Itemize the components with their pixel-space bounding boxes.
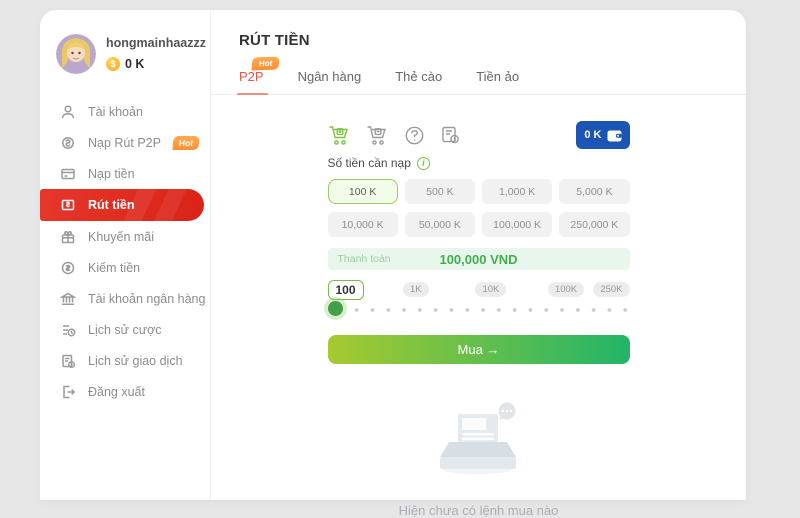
cart-minus-icon[interactable]	[366, 124, 389, 147]
deposit-icon	[59, 165, 76, 182]
tab-p2p[interactable]: P2P Hot	[237, 56, 280, 95]
hot-badge: Hot	[172, 135, 200, 150]
earn-money-icon	[59, 259, 76, 276]
slider-value: 100	[327, 280, 364, 300]
order-history-icon[interactable]	[440, 125, 461, 146]
user-icon	[59, 103, 76, 120]
chat-bubble-icon	[498, 402, 515, 420]
wallet-balance-button[interactable]: 0 K	[576, 121, 630, 149]
payment-value: 100,000 VND	[439, 251, 518, 267]
coin-icon: $	[106, 57, 120, 71]
promotion-icon	[59, 228, 76, 245]
help-icon[interactable]	[404, 125, 425, 146]
slider-mark-1k[interactable]: 1K	[403, 282, 429, 297]
amount-option-5000k[interactable]: 5,000 K	[559, 179, 630, 204]
sidebar-item-deposit[interactable]: Nạp tiền	[40, 158, 210, 189]
amount-option-50000k[interactable]: 50,000 K	[404, 212, 475, 237]
sidebar: hongmainhaazzz $ 0 K Tài khoản Nạp Rút P…	[40, 10, 211, 500]
bank-account-icon	[59, 290, 76, 307]
withdraw-icon	[59, 197, 76, 214]
sidebar-item-earn[interactable]: Kiếm tiền	[40, 252, 210, 283]
slider-mark-250k[interactable]: 250K	[593, 282, 630, 297]
slider-track[interactable]	[332, 307, 628, 313]
sidebar-item-p2p[interactable]: Nạp Rút P2P Hot	[40, 127, 210, 158]
avatar	[56, 34, 96, 74]
amount-option-100000k[interactable]: 100,000 K	[482, 212, 553, 237]
slider-mark-10k[interactable]: 10K	[475, 282, 507, 297]
empty-message: Hiện chưa có lệnh mua nào	[398, 503, 559, 518]
logout-icon	[59, 383, 76, 400]
tab-crypto[interactable]: Tiền ảo	[476, 69, 519, 94]
username: hongmainhaazzz	[106, 36, 207, 50]
amount-option-100k[interactable]: 100 K	[327, 179, 398, 204]
slider-handle[interactable]	[327, 301, 343, 316]
wallet-icon	[607, 130, 621, 141]
purchase-form: 0 K Số tiền cần nạp i 100 K 500 K 1,000 …	[327, 121, 630, 364]
sidebar-item-bank-account[interactable]: Tài khoản ngân hàng	[40, 283, 210, 314]
amount-label: Số tiền cần nạp	[327, 156, 411, 170]
bet-history-icon	[59, 321, 76, 338]
transaction-history-icon	[59, 352, 76, 369]
amount-options: 100 K 500 K 1,000 K 5,000 K 10,000 K 50,…	[327, 179, 630, 237]
p2p-icon	[59, 134, 76, 151]
tab-bar: P2P Hot Ngân hàng Thẻ cào Tiền ảo	[211, 56, 746, 95]
sidebar-item-account[interactable]: Tài khoản	[40, 96, 210, 127]
tab-scratch-card[interactable]: Thẻ cào	[395, 69, 442, 94]
sidebar-item-bet-history[interactable]: Lịch sử cược	[40, 314, 210, 345]
buy-button[interactable]: Mua →	[327, 335, 630, 364]
sidebar-menu: Tài khoản Nạp Rút P2P Hot Nạp tiền Rút t…	[40, 96, 210, 407]
cart-plus-icon[interactable]	[328, 124, 351, 147]
amount-option-500k[interactable]: 500 K	[404, 179, 475, 204]
payment-summary: Thanh toán 100,000 VND	[327, 248, 630, 270]
page-title: RÚT TIỀN	[239, 32, 310, 49]
profile-block: hongmainhaazzz $ 0 K	[40, 30, 210, 90]
sidebar-item-promotion[interactable]: Khuyến mãi	[40, 221, 210, 252]
sidebar-item-logout[interactable]: Đăng xuất	[40, 376, 210, 407]
slider-mark-100k[interactable]: 100K	[547, 282, 585, 297]
amount-option-250000k[interactable]: 250,000 K	[559, 212, 630, 237]
balance: 0 K	[125, 57, 145, 71]
sidebar-item-transaction-history[interactable]: Lịch sử giao dịch	[40, 345, 210, 376]
main-card: hongmainhaazzz $ 0 K Tài khoản Nạp Rút P…	[40, 10, 746, 518]
tab-bank[interactable]: Ngân hàng	[298, 69, 362, 94]
empty-inbox-icon	[439, 402, 516, 474]
amount-option-10000k[interactable]: 10,000 K	[327, 212, 398, 237]
empty-state: Hiện chưa có lệnh mua nào	[211, 402, 746, 518]
amount-option-1000k[interactable]: 1,000 K	[482, 179, 553, 204]
amount-slider: 100 1K 10K 100K 250K	[327, 280, 630, 320]
sidebar-item-withdraw[interactable]: Rút tiền	[40, 189, 204, 221]
main-content: RÚT TIỀN P2P Hot Ngân hàng Thẻ cào Tiền …	[211, 10, 746, 518]
info-icon[interactable]: i	[416, 156, 430, 170]
hot-badge: Hot	[251, 56, 280, 71]
